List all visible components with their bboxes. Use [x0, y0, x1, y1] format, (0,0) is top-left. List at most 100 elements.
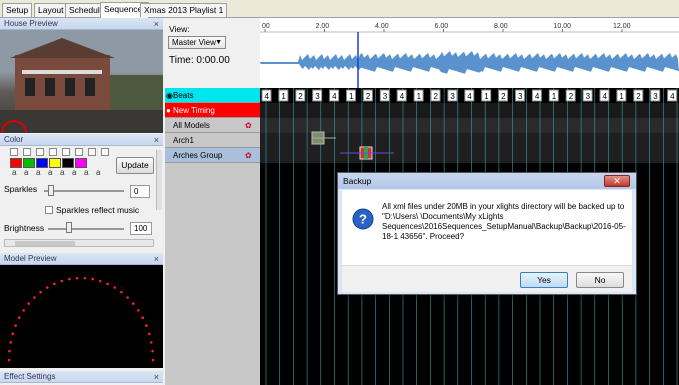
- tab-bar: Setup Layout Schedule Sequencer Xmas 201…: [0, 0, 679, 18]
- beat-label: 1: [349, 92, 354, 101]
- color-swatch[interactable]: [62, 158, 74, 168]
- model-preview-title-label: Model Preview: [4, 254, 57, 263]
- color-checkbox[interactable]: [10, 148, 18, 156]
- lock-icon[interactable]: a: [24, 169, 32, 177]
- model-icon[interactable]: ✿: [245, 118, 252, 133]
- lock-icon[interactable]: a: [72, 169, 80, 177]
- ruler-tick-label: 12.00: [613, 23, 631, 30]
- sparkles-slider-thumb[interactable]: [48, 185, 54, 196]
- arch-pixel: [150, 341, 153, 344]
- arch-pixel: [98, 279, 102, 283]
- arch-pixel: [106, 282, 109, 286]
- house-preview-image: [0, 30, 163, 133]
- tab-layout[interactable]: Layout: [34, 3, 68, 17]
- sparkles-reflect-checkbox[interactable]: [45, 206, 53, 214]
- row-beats[interactable]: ◉ Beats: [165, 88, 260, 103]
- color-checkbox[interactable]: [36, 148, 44, 156]
- dialog-message: All xml files under 20MB in your xlights…: [382, 202, 626, 241]
- scrollbar-thumb[interactable]: [15, 241, 75, 246]
- beat-label: 1: [281, 92, 286, 101]
- sparkles-reflect-label: Sparkles reflect music: [56, 205, 140, 215]
- arch-pixel: [141, 316, 144, 320]
- horizontal-scrollbar[interactable]: [4, 239, 154, 247]
- update-button[interactable]: Update: [116, 157, 154, 174]
- timing-row-bg: [260, 103, 679, 118]
- color-swatch[interactable]: [36, 158, 48, 168]
- tab-setup[interactable]: Setup: [2, 3, 33, 17]
- yes-button[interactable]: Yes: [520, 272, 568, 288]
- ruler-tick-label: 6.00: [435, 23, 449, 30]
- color-checkbox[interactable]: [88, 148, 96, 156]
- close-icon[interactable]: ×: [154, 134, 159, 146]
- color-panel-title-label: Color: [4, 135, 24, 144]
- arch-pixel: [22, 309, 25, 312]
- arch-pixel: [33, 296, 36, 299]
- color-swatch[interactable]: [23, 158, 35, 168]
- color-swatch[interactable]: [75, 158, 87, 168]
- arch-pixel: [8, 349, 11, 353]
- tab-playlist[interactable]: Xmas 2013 Playlist 1: [140, 3, 228, 17]
- brightness-value[interactable]: 100: [130, 222, 152, 235]
- view-select-value: Master View: [172, 38, 216, 47]
- color-swatch[interactable]: [10, 158, 22, 168]
- radio-icon: ◉: [166, 91, 173, 100]
- row-arches-group[interactable]: Arches Group ✿: [165, 148, 260, 163]
- sparkles-value[interactable]: 0: [130, 185, 150, 198]
- color-checkbox[interactable]: [62, 148, 70, 156]
- brightness-slider-track[interactable]: [48, 228, 124, 230]
- beat-label: 1: [484, 92, 489, 101]
- sparkles-slider-track[interactable]: [44, 190, 124, 192]
- time-display: Time: 0:00.00: [169, 55, 230, 66]
- model-icon[interactable]: ✿: [245, 148, 252, 163]
- view-label: View:: [169, 24, 190, 34]
- row-arch1[interactable]: Arch1: [165, 133, 260, 148]
- lock-icon[interactable]: a: [60, 169, 68, 177]
- close-icon[interactable]: ×: [154, 371, 159, 383]
- arch-pixel: [18, 316, 21, 320]
- beat-label: 2: [569, 92, 574, 101]
- beat-label: 3: [586, 92, 591, 101]
- color-panel-title: Color ×: [0, 134, 163, 146]
- close-icon[interactable]: ✕: [604, 175, 630, 187]
- beat-label: 1: [417, 92, 422, 101]
- color-checkbox[interactable]: [75, 148, 83, 156]
- view-select[interactable]: Master View ▼: [168, 36, 226, 49]
- row-new-timing[interactable]: ● New Timing: [165, 103, 260, 118]
- lock-icon[interactable]: a: [84, 169, 92, 177]
- beat-label: 2: [501, 92, 506, 101]
- brightness-slider-thumb[interactable]: [66, 222, 72, 233]
- chevron-down-icon: ▼: [215, 39, 222, 46]
- color-checkbox[interactable]: [49, 148, 57, 156]
- row-beats-label: Beats: [173, 91, 194, 100]
- color-swatch[interactable]: [49, 158, 61, 168]
- row-labels: ◉ Beats ● New Timing All Models ✿ Arch1 …: [165, 88, 260, 385]
- ruler-tick-label: 10.00: [554, 23, 572, 30]
- waveform-area[interactable]: 00 2.00 4.00 6.00 8.00 10.00 12.00: [260, 18, 679, 88]
- beat-label: 4: [332, 92, 337, 101]
- radio-icon: ●: [166, 106, 171, 115]
- dialog-footer: Yes No: [342, 265, 632, 292]
- arch-pixel: [120, 290, 123, 294]
- row-all-models[interactable]: All Models ✿: [165, 118, 260, 133]
- color-checkbox[interactable]: [101, 148, 109, 156]
- color-panel-scrollbar[interactable]: [156, 150, 162, 210]
- lock-icon[interactable]: a: [48, 169, 56, 177]
- arch-pixel: [9, 341, 12, 344]
- arch-pixel: [27, 302, 31, 305]
- question-icon: ?: [352, 208, 374, 230]
- color-checkbox[interactable]: [23, 148, 31, 156]
- arch-pixel: [7, 358, 11, 362]
- house-preview-title-label: House Preview: [4, 19, 58, 28]
- lock-icon[interactable]: a: [36, 169, 44, 177]
- no-button[interactable]: No: [576, 272, 624, 288]
- lock-icon[interactable]: a: [12, 169, 20, 177]
- lock-icon[interactable]: a: [96, 169, 104, 177]
- arch-pixel: [151, 358, 155, 362]
- sparkles-label: Sparkles: [4, 184, 38, 194]
- model-preview-title: Model Preview ×: [0, 253, 163, 265]
- beat-label: 4: [603, 92, 608, 101]
- close-icon[interactable]: ×: [154, 253, 159, 265]
- beat-label: 3: [653, 92, 658, 101]
- color-panel: a a a a a a a a Update Sparkles 0 Sparkl…: [0, 146, 163, 250]
- close-icon[interactable]: ×: [154, 18, 159, 30]
